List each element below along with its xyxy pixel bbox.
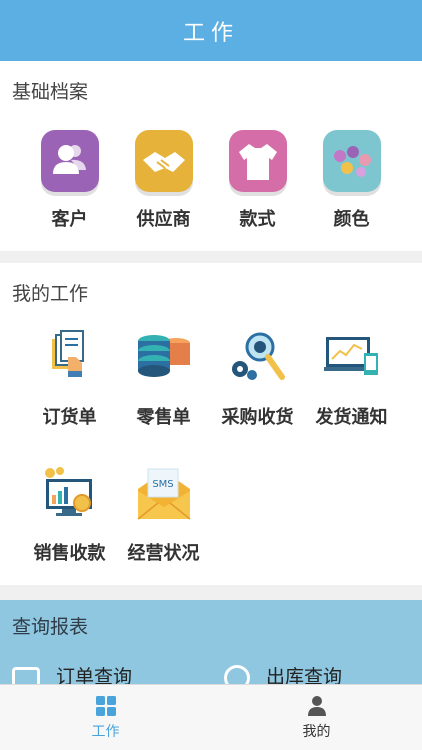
tab-label: 我的 [302, 723, 331, 740]
search-icon [224, 664, 250, 684]
database-icon [132, 327, 196, 391]
tab-bar: 工作 我的 [0, 684, 422, 750]
grid-item-ship-notice[interactable]: 发货通知 [299, 327, 404, 429]
report-item-label: 出库查询 [266, 666, 343, 684]
grid-item-label: 款式 [239, 209, 276, 230]
section-title-basic: 基础档案 [12, 81, 89, 103]
report-item-label: 订单查询 [56, 666, 133, 684]
shirt-icon [228, 130, 287, 192]
handshake-icon [134, 130, 193, 192]
grid-item-label: 零售单 [136, 407, 191, 428]
my-work-section: 我的工作 订货单 零售单 采购收货 发货通知 销售收款 SMS 经营状况 [0, 263, 422, 585]
customers-icon [40, 130, 99, 192]
report-item-outbound-query[interactable]: 出库查询 [224, 662, 342, 684]
report-item-order-query[interactable]: 订单查询 [12, 662, 132, 684]
sms-envelope-icon: SMS [132, 463, 196, 527]
section-divider [0, 251, 422, 263]
grid-item-sales-receipt[interactable]: 销售收款 [17, 463, 122, 565]
grid-item-purchase-receive[interactable]: 采购收货 [205, 327, 310, 429]
grid-item-color[interactable]: 颜色 [299, 129, 404, 231]
grid-item-retail[interactable]: 零售单 [111, 327, 216, 429]
grid-item-label: 销售收款 [33, 543, 106, 564]
grid-item-order[interactable]: 订货单 [17, 327, 122, 429]
app-header: 工作 [0, 0, 422, 61]
tab-label: 工作 [91, 723, 120, 740]
grid-item-business-status[interactable]: SMS 经营状况 [111, 463, 216, 565]
page-title: 工作 [182, 20, 239, 46]
order-doc-icon [38, 327, 102, 391]
grid-item-supplier[interactable]: 供应商 [111, 129, 216, 231]
grid-item-label: 采购收货 [221, 407, 294, 428]
grid-item-label: 供应商 [136, 209, 191, 230]
sms-text: SMS [152, 479, 173, 490]
doc-icon [12, 666, 40, 684]
section-title-work: 我的工作 [12, 283, 89, 305]
section-title-report: 查询报表 [12, 616, 89, 638]
grid-item-label: 客户 [51, 209, 88, 230]
grid-item-style[interactable]: 款式 [205, 129, 310, 231]
grid-item-customers[interactable]: 客户 [17, 129, 122, 231]
grid-item-label: 发货通知 [315, 407, 388, 428]
tab-work[interactable]: 工作 [0, 685, 211, 750]
monitor-chart-icon [320, 327, 384, 391]
grid-item-label: 颜色 [333, 209, 370, 230]
monitor-coin-icon [38, 463, 102, 527]
palette-icon [322, 130, 381, 192]
grid-item-label: 订货单 [42, 407, 97, 428]
person-icon [307, 695, 326, 716]
tab-mine[interactable]: 我的 [211, 685, 422, 750]
report-section: 查询报表 订单查询 出库查询 [0, 600, 422, 684]
basic-archive-section: 基础档案 客户 供应商 款式 颜色 [0, 61, 422, 251]
gear-search-icon [226, 327, 290, 391]
grid-icon [95, 695, 116, 716]
grid-item-label: 经营状况 [127, 543, 200, 564]
